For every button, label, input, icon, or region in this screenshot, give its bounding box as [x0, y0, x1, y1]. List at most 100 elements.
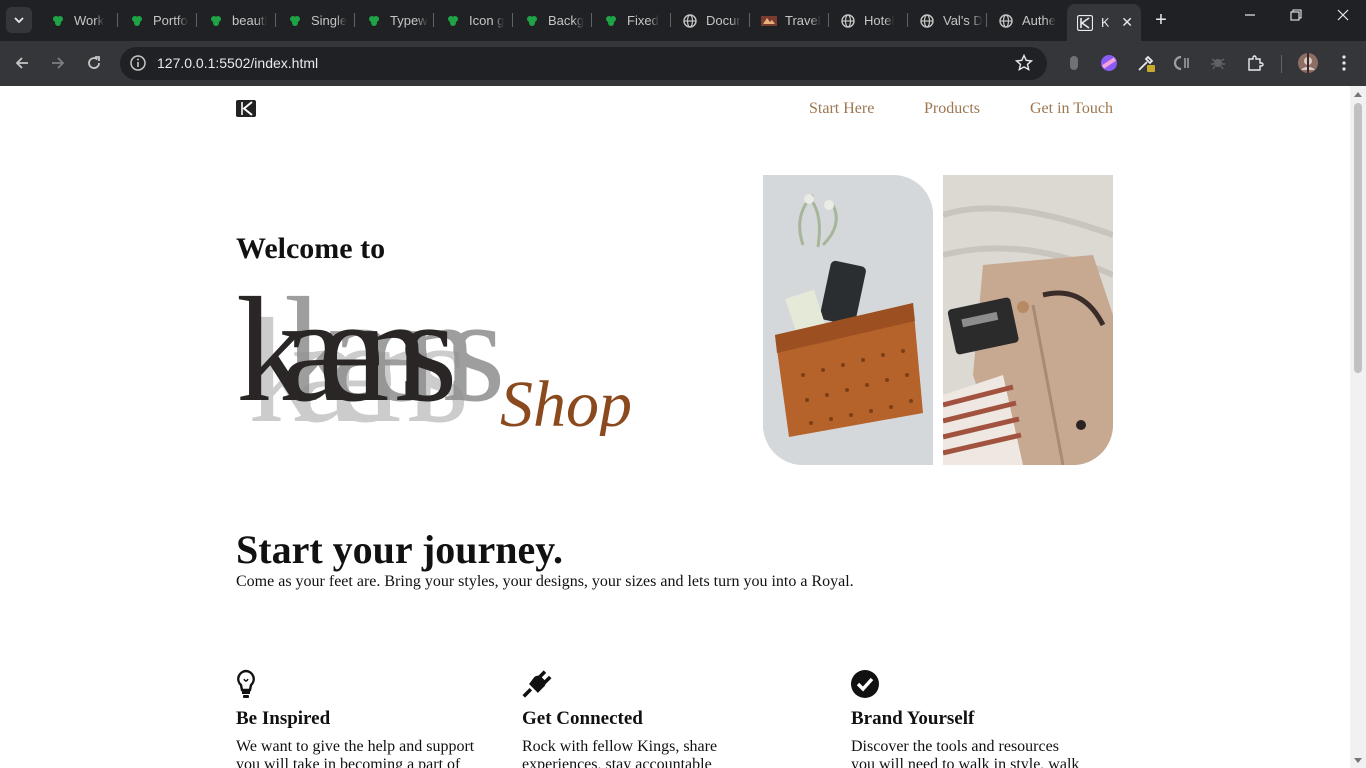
extension-bug-icon[interactable] [1208, 53, 1228, 73]
toolbar-divider [1281, 55, 1282, 73]
browser-toolbar: 127.0.0.1:5502/index.html [0, 41, 1366, 86]
tab-label: Authe [1022, 13, 1056, 28]
extension-css-icon[interactable] [1172, 53, 1192, 73]
feature-text-line: you will need to walk in style, walk [851, 756, 1080, 768]
tab-label: Docur [706, 13, 741, 28]
browser-tab[interactable]: Travel [751, 6, 825, 35]
minimize-button[interactable] [1238, 8, 1262, 24]
travel-site-icon [761, 13, 777, 29]
close-icon [1337, 9, 1349, 21]
scrollbar-thumb[interactable] [1354, 103, 1362, 373]
green-leaf-icon [50, 13, 66, 29]
journey-subtitle: Come as your feet are. Bring your styles… [236, 573, 854, 590]
hero-welcome-heading: Welcome to [236, 232, 386, 265]
tab-separator [354, 13, 355, 27]
address-bar[interactable]: 127.0.0.1:5502/index.html [120, 47, 1047, 80]
feature-text-line: Rock with fellow Kings, share [522, 738, 718, 755]
browser-tab[interactable]: Docur [672, 6, 746, 35]
chevron-down-icon [14, 17, 24, 24]
feature-text-line: you will take in becoming a part of [236, 756, 461, 768]
bookmark-star-icon[interactable] [1015, 54, 1033, 72]
feature-text-line: experiences, stay accountable [522, 756, 712, 768]
journey-heading: Start your journey. [236, 527, 564, 572]
reload-button[interactable] [82, 51, 106, 75]
page-viewport: Start Here Products Get in Touch Welcome… [0, 86, 1350, 768]
tab-label: Single [311, 13, 348, 28]
site-info-icon[interactable] [129, 54, 147, 72]
tab-label: Icon g [469, 13, 505, 28]
tab-separator [907, 13, 908, 27]
green-leaf-icon [603, 13, 619, 29]
feature-title: Get Connected [522, 708, 643, 729]
new-tab-button[interactable]: + [1150, 9, 1172, 31]
browser-tab-active[interactable]: K ✕ [1067, 4, 1141, 41]
reload-icon [88, 56, 100, 69]
browser-menu-button[interactable] [1334, 53, 1354, 73]
restore-button[interactable] [1284, 8, 1308, 24]
profile-avatar[interactable] [1297, 52, 1319, 74]
feature-get-connected: Get Connected Rock with fellow Kings, sh… [522, 668, 782, 768]
browser-tab[interactable]: Backg [514, 6, 588, 35]
green-leaf-icon [208, 13, 224, 29]
green-leaf-icon [287, 13, 303, 29]
restore-icon [1290, 9, 1302, 21]
kaens-logo-icon [1077, 14, 1093, 31]
browser-tab[interactable]: Icon g [435, 6, 509, 35]
feature-brand-yourself: Brand Yourself Discover the tools and re… [851, 668, 1111, 768]
globe-icon [919, 13, 935, 29]
page-scrollbar[interactable] [1350, 86, 1366, 768]
tab-separator [828, 13, 829, 27]
tab-label: Fixed [627, 13, 659, 28]
browser-tab[interactable]: Hotel [830, 6, 904, 35]
minimize-icon [1245, 14, 1255, 16]
brand-main-text: kaens [236, 267, 452, 433]
green-leaf-icon [366, 13, 382, 29]
tab-separator [275, 13, 276, 27]
nav-link-get-in-touch[interactable]: Get in Touch [1030, 100, 1113, 118]
globe-icon [998, 13, 1014, 29]
check-circle-icon [851, 668, 881, 700]
globe-icon [840, 13, 856, 29]
close-window-button[interactable] [1331, 8, 1355, 24]
extensions-puzzle-icon[interactable] [1245, 53, 1265, 73]
extension-eyedropper-icon[interactable] [1136, 53, 1156, 73]
tab-label: beauti [232, 13, 268, 28]
browser-tab[interactable]: Fixed [593, 6, 667, 35]
tab-separator [117, 13, 118, 27]
feature-text-line: Discover the tools and resources [851, 738, 1059, 755]
globe-icon [682, 13, 698, 29]
more-vertical-icon [1342, 55, 1346, 71]
feature-text: Rock with fellow Kings, share experience… [522, 738, 782, 768]
browser-tab[interactable]: beauti [198, 6, 272, 35]
extension-mouse-icon[interactable] [1064, 53, 1084, 73]
arrow-right-icon [52, 57, 65, 69]
browser-tab[interactable]: Single [277, 6, 351, 35]
browser-tab[interactable]: Work [40, 6, 114, 35]
nav-link-start-here[interactable]: Start Here [809, 100, 874, 118]
tab-search-button[interactable] [6, 7, 32, 33]
scroll-down-arrow-icon[interactable] [1354, 758, 1362, 763]
extension-gradient-icon[interactable] [1099, 53, 1119, 73]
nav-link-products[interactable]: Products [924, 100, 980, 118]
tab-separator [591, 13, 592, 27]
site-logo[interactable] [236, 100, 256, 117]
tab-separator [512, 13, 513, 27]
url-text[interactable]: 127.0.0.1:5502/index.html [157, 55, 318, 71]
close-tab-icon[interactable]: ✕ [1121, 14, 1133, 31]
browser-tab[interactable]: Typew [356, 6, 430, 35]
tab-separator [196, 13, 197, 27]
tab-label: Val's D [943, 13, 983, 28]
green-leaf-icon [129, 13, 145, 29]
browser-tab[interactable]: Val's D [909, 6, 983, 35]
feature-title: Be Inspired [236, 708, 331, 729]
back-button[interactable] [10, 51, 34, 75]
tab-label: Hotel [864, 13, 895, 28]
scroll-up-arrow-icon[interactable] [1354, 92, 1362, 97]
browser-tab[interactable]: Portfo [119, 6, 193, 35]
tab-label: Portfo [153, 13, 188, 28]
browser-tab[interactable]: Authe [988, 6, 1062, 35]
tab-strip: Work Portfo beauti Single Typew Icon g B… [0, 0, 1366, 41]
feature-title: Brand Yourself [851, 708, 975, 729]
forward-button[interactable] [46, 51, 70, 75]
hero-image-coat [943, 175, 1113, 465]
